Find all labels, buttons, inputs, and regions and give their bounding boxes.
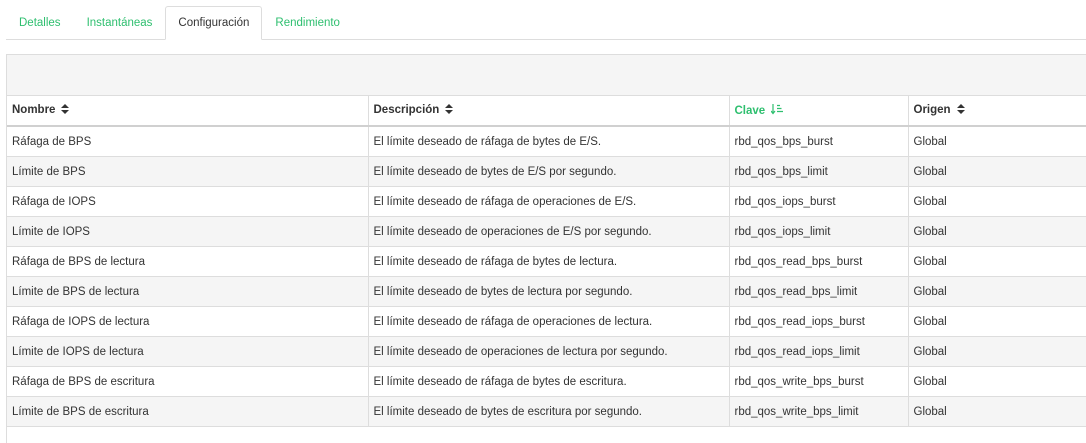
table-row[interactable]: Ráfaga de BPS El límite deseado de ráfaga… — [7, 126, 1086, 157]
sort-icon — [61, 104, 70, 116]
column-header-origen[interactable]: Origen — [908, 96, 1086, 127]
table-row[interactable]: Límite de BPS El límite deseado de bytes … — [7, 156, 1086, 187]
tab-rendimiento[interactable]: Rendimiento — [262, 6, 353, 40]
table-header-row: Nombre Descripción Clave Origen — [7, 96, 1086, 127]
cell-origen: Global — [908, 126, 1086, 157]
cell-descripcion: El límite deseado de ráfaga de bytes de … — [368, 126, 730, 157]
column-header-label: Nombre — [12, 104, 56, 117]
cell-clave: rbd_qos_read_bps_burst — [729, 246, 909, 277]
cell-clave: rbd_qos_read_iops_burst — [729, 306, 909, 337]
column-header-label: Clave — [734, 104, 766, 117]
sort-ascending-icon — [770, 103, 784, 118]
cell-nombre: Ráfaga de IOPS de lectura — [7, 306, 369, 337]
cell-descripcion: El límite deseado de operaciones de lect… — [368, 336, 730, 367]
column-header-label: Descripción — [373, 104, 440, 117]
cell-clave: rbd_qos_read_iops_limit — [729, 336, 909, 367]
tab-bar: Detalles Instantáneas Configuración Rend… — [6, 6, 1086, 40]
cell-descripcion: El límite deseado de ráfaga de bytes de … — [368, 246, 730, 277]
cell-nombre: Ráfaga de BPS — [7, 126, 369, 157]
table-row[interactable]: Límite de IOPS de lectura El límite desea… — [7, 336, 1086, 367]
cell-clave: rbd_qos_bps_limit — [729, 156, 909, 187]
column-header-nombre[interactable]: Nombre — [7, 96, 369, 127]
table-row[interactable]: Ráfaga de BPS de lectura El límite desead… — [7, 246, 1086, 277]
table-row[interactable]: Límite de IOPS El límite deseado de opera… — [7, 216, 1086, 247]
cell-descripcion: El límite deseado de bytes de escritura … — [368, 396, 730, 427]
cell-descripcion: El límite deseado de ráfaga de operacion… — [368, 186, 730, 217]
cell-clave: rbd_qos_iops_burst — [729, 186, 909, 217]
table-row[interactable]: Límite de BPS de lectura El límite desead… — [7, 276, 1086, 307]
sort-icon — [445, 104, 454, 116]
tab-instantaneas[interactable]: Instantáneas — [74, 6, 166, 40]
cell-nombre: Ráfaga de BPS de lectura — [7, 246, 369, 277]
cell-nombre: Límite de BPS — [7, 156, 369, 187]
sort-icon — [956, 104, 965, 116]
cell-origen: Global — [908, 216, 1086, 247]
cell-nombre: Límite de IOPS — [7, 216, 369, 247]
tab-configuracion[interactable]: Configuración — [165, 6, 263, 40]
cell-origen: Global — [908, 366, 1086, 397]
cell-origen: Global — [908, 186, 1086, 217]
cell-origen: Global — [908, 336, 1086, 367]
cell-descripcion: El límite deseado de bytes de lectura po… — [368, 276, 730, 307]
column-header-label: Origen — [913, 104, 951, 117]
table-row[interactable]: Ráfaga de IOPS El límite deseado de ráfag… — [7, 186, 1086, 217]
cell-nombre: Límite de IOPS de lectura — [7, 336, 369, 367]
cell-nombre: Ráfaga de IOPS — [7, 186, 369, 217]
cell-origen: Global — [908, 246, 1086, 277]
cell-clave: rbd_qos_write_bps_burst — [729, 366, 909, 397]
table-row[interactable]: Límite de BPS de escritura El límite dese… — [7, 396, 1086, 427]
cell-nombre: Límite de BPS de escritura — [7, 396, 369, 427]
cell-nombre: Límite de BPS de lectura — [7, 276, 369, 307]
cell-origen: Global — [908, 396, 1086, 427]
cell-clave: rbd_qos_bps_burst — [729, 126, 909, 157]
cell-origen: Global — [908, 156, 1086, 187]
configuration-table: Nombre Descripción Clave Origen Ráfaga d… — [6, 54, 1086, 443]
table-row[interactable]: Ráfaga de IOPS de lectura El límite desea… — [7, 306, 1086, 337]
cell-descripcion: El límite deseado de operaciones de E/S … — [368, 216, 730, 247]
table-body: Ráfaga de BPS El límite deseado de ráfaga… — [7, 126, 1086, 427]
cell-descripcion: El límite deseado de bytes de E/S por se… — [368, 156, 730, 187]
cell-clave: rbd_qos_write_bps_limit — [729, 396, 909, 427]
cell-origen: Global — [908, 276, 1086, 307]
column-header-clave[interactable]: Clave — [729, 96, 909, 127]
cell-descripcion: El límite deseado de ráfaga de bytes de … — [368, 366, 730, 397]
table-row[interactable]: Ráfaga de BPS de escritura El límite dese… — [7, 366, 1086, 397]
tab-detalles[interactable]: Detalles — [6, 6, 74, 40]
column-header-descripcion[interactable]: Descripción — [368, 96, 730, 127]
cell-origen: Global — [908, 306, 1086, 337]
cell-nombre: Ráfaga de BPS de escritura — [7, 366, 369, 397]
cell-descripcion: El límite deseado de ráfaga de operacion… — [368, 306, 730, 337]
cell-clave: rbd_qos_read_bps_limit — [729, 276, 909, 307]
table-toolbar — [7, 55, 1086, 96]
cell-clave: rbd_qos_iops_limit — [729, 216, 909, 247]
